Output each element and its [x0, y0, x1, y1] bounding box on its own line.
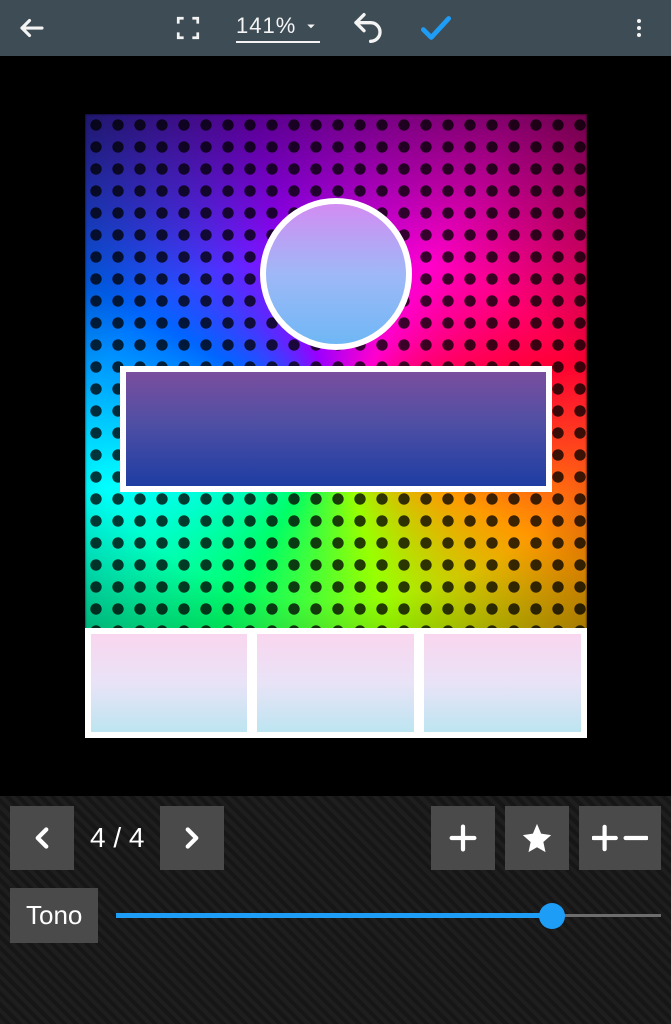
add-button[interactable]: [431, 806, 495, 870]
top-toolbar: 141%: [0, 0, 671, 56]
pager-row: 4 / 4: [10, 806, 661, 870]
fullscreen-icon: [175, 15, 201, 41]
page-indicator: 4 / 4: [84, 822, 150, 854]
collage-slot-circle[interactable]: [260, 198, 412, 350]
chevron-left-icon: [25, 821, 59, 855]
bottom-controls: 4 / 4 Tono: [0, 796, 671, 1024]
plus-minus-button[interactable]: [579, 806, 661, 870]
collage-slot-small-1[interactable]: [91, 634, 248, 732]
collage-slot-row: [85, 628, 587, 738]
collage-preview[interactable]: [85, 114, 587, 738]
canvas-area[interactable]: [0, 56, 671, 796]
back-button[interactable]: [12, 8, 52, 48]
zoom-dropdown[interactable]: 141%: [236, 13, 320, 43]
collage-slot-rectangle[interactable]: [120, 366, 552, 492]
prev-page-button[interactable]: [10, 806, 74, 870]
adjust-label-button[interactable]: Tono: [10, 888, 98, 943]
tone-slider[interactable]: [116, 896, 661, 936]
back-arrow-icon: [17, 13, 47, 43]
star-icon: [520, 821, 554, 855]
chevron-down-icon: [302, 17, 320, 35]
plus-minus-icon: [592, 821, 648, 855]
next-page-button[interactable]: [160, 806, 224, 870]
checkmark-icon: [417, 9, 455, 47]
fullscreen-button[interactable]: [168, 8, 208, 48]
collage-slot-small-3[interactable]: [424, 634, 581, 732]
adjust-row: Tono: [10, 888, 661, 943]
plus-icon: [446, 821, 480, 855]
confirm-button[interactable]: [416, 8, 456, 48]
slider-fill: [116, 913, 552, 918]
more-vertical-icon: [627, 16, 651, 40]
undo-button[interactable]: [348, 8, 388, 48]
undo-icon: [352, 12, 384, 44]
chevron-right-icon: [175, 821, 209, 855]
favorite-button[interactable]: [505, 806, 569, 870]
zoom-value: 141%: [236, 13, 296, 39]
collage-slot-small-2[interactable]: [257, 634, 414, 732]
overflow-menu-button[interactable]: [619, 8, 659, 48]
slider-thumb[interactable]: [539, 903, 565, 929]
